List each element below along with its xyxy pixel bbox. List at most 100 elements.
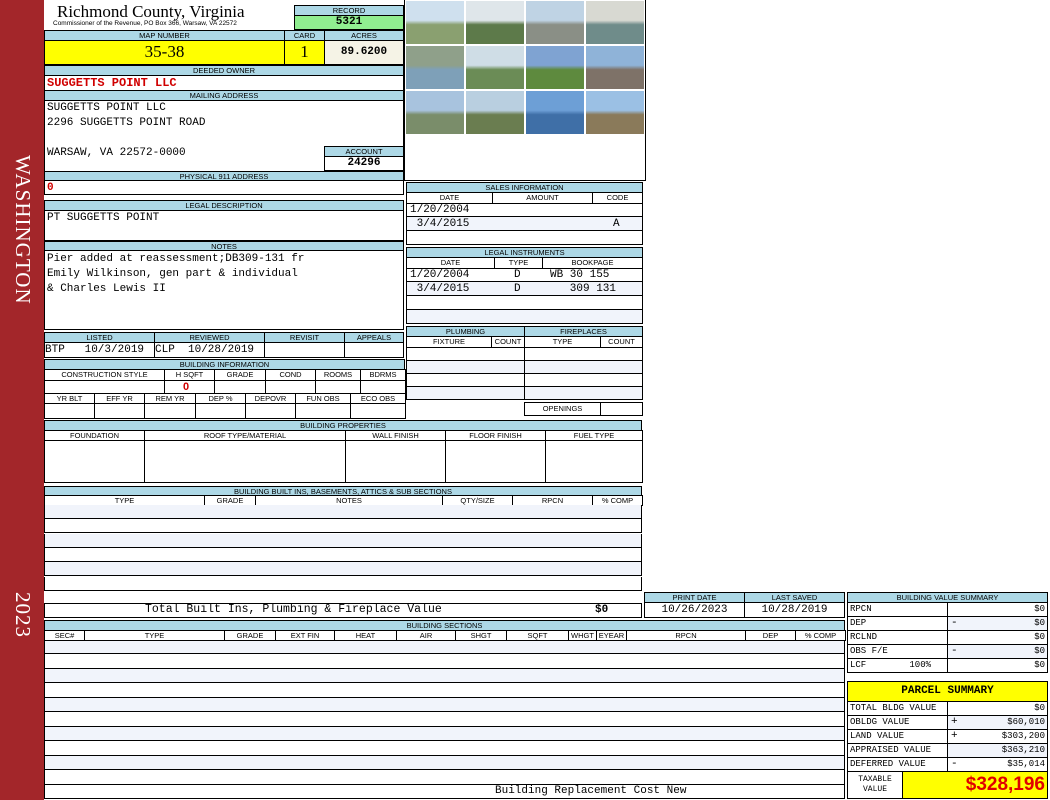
cell xyxy=(265,380,316,394)
property-photo xyxy=(585,0,645,45)
instrument-row xyxy=(406,296,643,310)
plumbing-row xyxy=(406,347,525,361)
summary-sign: - xyxy=(951,758,958,770)
sale-date: 3/4/2015 xyxy=(410,218,470,230)
instrument-row xyxy=(406,310,643,324)
listed-value: BTP 10/3/2019 xyxy=(44,342,155,358)
cell xyxy=(360,380,406,394)
summary-sign: - xyxy=(951,617,958,629)
cell xyxy=(44,440,145,483)
summary-sign: - xyxy=(951,645,958,657)
property-photo xyxy=(405,45,465,90)
record-number: 5321 xyxy=(294,15,404,30)
mailing-line-3: WARSAW, VA 22572-0000 xyxy=(47,147,186,159)
cell xyxy=(144,440,346,483)
parcel-summary-label: PARCEL SUMMARY xyxy=(847,681,1048,702)
summary-label: APPRAISED VALUE xyxy=(847,743,948,758)
summary-label: DEFERRED VALUE xyxy=(847,757,948,772)
summary-sign: + xyxy=(951,730,958,742)
cell xyxy=(445,440,546,483)
notes-line: & Charles Lewis II xyxy=(47,283,166,295)
summary-value: $0 xyxy=(947,616,1048,631)
builtins-total-label: Total Built Ins, Plumbing & Fireplace Va… xyxy=(145,603,442,616)
summary-sign: + xyxy=(951,716,958,728)
cell xyxy=(94,403,145,419)
summary-label: RPCN xyxy=(847,602,948,617)
property-photo xyxy=(405,0,465,45)
sales-row xyxy=(406,231,643,245)
instrument-date: 3/4/2015 xyxy=(410,283,470,295)
property-photo xyxy=(525,45,585,90)
summary-value: $35,014 xyxy=(947,757,1048,772)
fireplace-row xyxy=(524,360,643,374)
reviewed-value: CLP 10/28/2019 xyxy=(154,342,265,358)
property-photo xyxy=(405,90,465,135)
district-sidebar: WASHINGTON 2023 xyxy=(0,0,44,800)
openings-value xyxy=(600,402,643,416)
map-number: 35-38 xyxy=(44,40,285,65)
summary-label: OBS F/E xyxy=(847,644,948,659)
summary-label: RCLND xyxy=(847,630,948,645)
summary-value: $303,200 xyxy=(947,729,1048,744)
notes-line: Emily Wilkinson, gen part & individual xyxy=(47,268,298,280)
property-photo xyxy=(525,0,585,45)
summary-value: $363,210 xyxy=(947,743,1048,758)
property-photo xyxy=(585,90,645,135)
property-photo xyxy=(525,90,585,135)
summary-label: DEP xyxy=(847,616,948,631)
acres-value: 89.6200 xyxy=(324,40,404,65)
cell xyxy=(144,403,196,419)
summary-label: OBLDG VALUE xyxy=(847,715,948,730)
plumbing-row xyxy=(406,360,525,374)
instrument-type: D xyxy=(514,283,521,295)
summary-label: LCF 100% xyxy=(847,658,948,673)
summary-value: $0 xyxy=(947,658,1048,673)
builtin-row xyxy=(44,519,642,534)
property-photo xyxy=(465,90,525,135)
cell xyxy=(44,380,165,394)
summary-label: LAND VALUE xyxy=(847,729,948,744)
summary-value: $0 xyxy=(947,602,1048,617)
sale-date: 1/20/2004 xyxy=(410,204,470,216)
legal-description: PT SUGGETTS POINT xyxy=(47,212,160,224)
builtin-row xyxy=(44,562,642,577)
cell xyxy=(245,403,296,419)
summary-label: TOTAL BLDG VALUE xyxy=(847,701,948,716)
district-name: WASHINGTON xyxy=(11,155,35,305)
hsqft-value: 0 xyxy=(183,381,190,393)
summary-value: $0 xyxy=(947,644,1048,659)
fireplace-row xyxy=(524,373,643,387)
appeals-value xyxy=(344,342,404,358)
property-photo xyxy=(465,0,525,45)
instrument-type: D xyxy=(514,269,521,281)
instrument-bookpage: WB 30 155 xyxy=(550,269,610,281)
cell xyxy=(195,403,246,419)
property-photo xyxy=(465,45,525,90)
revisit-value xyxy=(264,342,345,358)
last-saved: 10/28/2019 xyxy=(744,602,845,618)
property-photo xyxy=(585,45,645,90)
plumbing-row xyxy=(406,386,525,400)
fireplace-row xyxy=(524,347,643,361)
card-number: 1 xyxy=(284,40,325,65)
physical-address: 0 xyxy=(47,182,54,194)
replacement-cost-label: Building Replacement Cost New xyxy=(495,785,687,797)
openings-label: OPENINGS xyxy=(524,402,601,416)
summary-value: $60,010 xyxy=(947,715,1048,730)
cell xyxy=(350,403,406,419)
instrument-date: 1/20/2004 xyxy=(410,269,470,281)
cell xyxy=(545,440,643,483)
mailing-line-1: SUGGETTS POINT LLC xyxy=(47,102,166,114)
cell xyxy=(345,440,446,483)
plumbing-row xyxy=(406,373,525,387)
mailing-line-2: 2296 SUGGETTS POINT ROAD xyxy=(47,117,206,129)
builtin-row xyxy=(44,547,642,562)
builtin-row xyxy=(44,505,642,519)
summary-value: $0 xyxy=(947,701,1048,716)
deeded-owner: SUGGETTS POINT LLC xyxy=(47,76,177,90)
builtins-total-value: $0 xyxy=(595,604,609,616)
sale-code: A xyxy=(613,218,620,230)
taxable-value-label: TAXABLE VALUE xyxy=(847,771,903,799)
page-subtitle: Commissioner of the Revenue, PO Box 366,… xyxy=(53,20,237,27)
builtin-row xyxy=(44,576,642,591)
